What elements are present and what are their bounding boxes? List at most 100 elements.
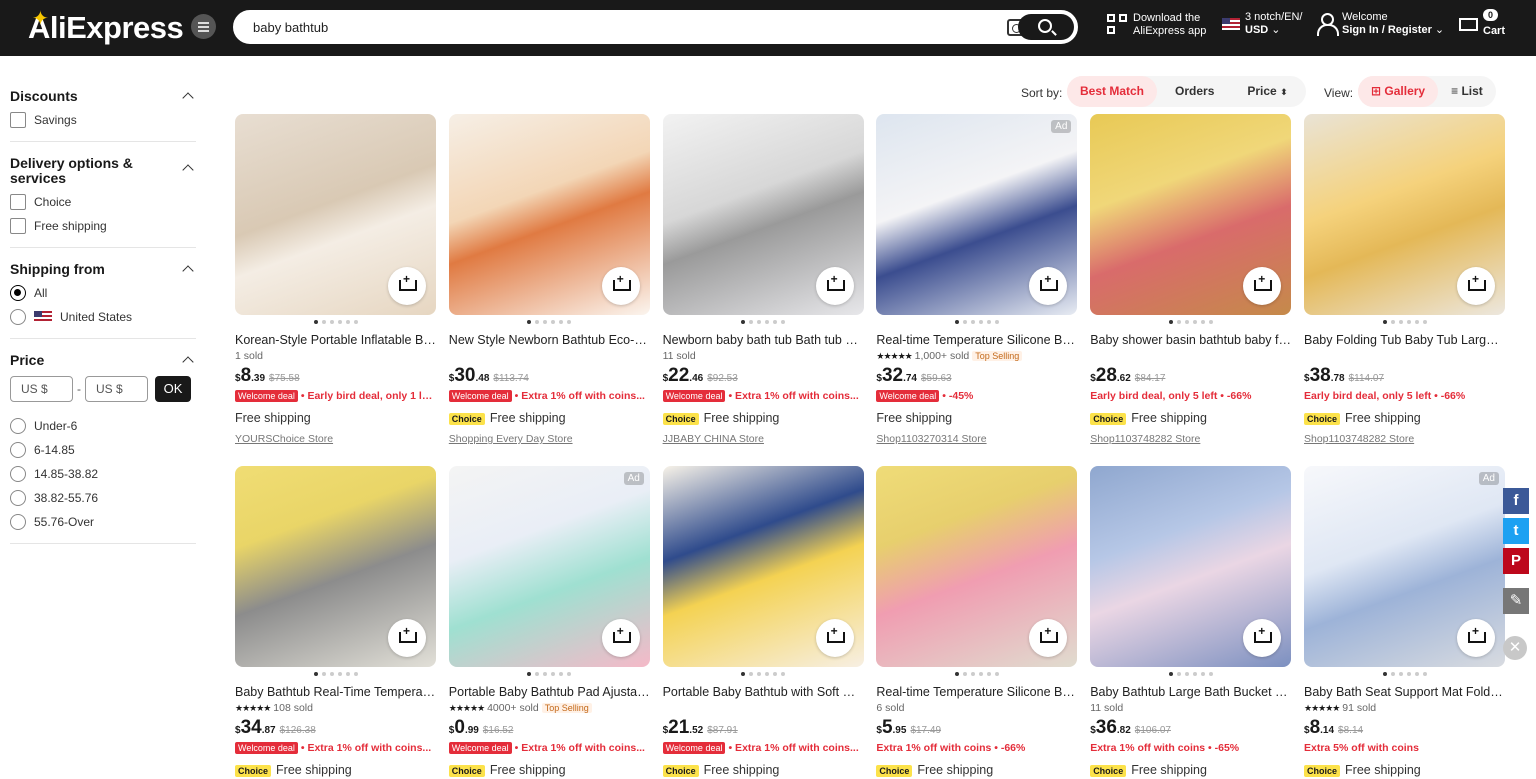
product-card[interactable]: Ad Portable Baby Bathtub Pad Ajustabl...… [448, 466, 650, 778]
product-image[interactable] [1304, 114, 1505, 315]
image-carousel-dots[interactable] [876, 320, 1077, 324]
product-title[interactable]: Baby Bathtub Large Bath Bucket Ba... [1090, 685, 1291, 700]
price-range-radio[interactable] [10, 514, 26, 530]
price-range-radio[interactable] [10, 490, 26, 506]
add-to-cart-icon[interactable] [815, 619, 854, 657]
product-title[interactable]: Baby Folding Tub Baby Tub Large Si... [1304, 333, 1505, 348]
store-link[interactable]: Shop1103748282 Store [1304, 433, 1505, 445]
product-card[interactable]: Baby Bathtub Large Bath Bucket Ba... 11 … [1090, 466, 1292, 778]
add-to-cart-icon[interactable] [1243, 619, 1282, 657]
add-to-cart-icon[interactable] [1243, 267, 1282, 305]
store-link[interactable]: Shopping Every Day Store [449, 433, 650, 445]
product-title[interactable]: Baby shower basin bathtub baby fo... [1090, 333, 1291, 348]
add-to-cart-icon[interactable] [1457, 267, 1495, 305]
store-link[interactable]: YOURSChoice Store [235, 433, 436, 445]
pinterest-icon[interactable]: P [1503, 548, 1529, 574]
cart-icon[interactable] [1456, 15, 1478, 33]
sign-in-link[interactable]: Welcome Sign In / Register ⌄ [1342, 11, 1444, 37]
view-gallery[interactable]: ⊞ Gallery [1358, 76, 1439, 107]
product-title[interactable]: Baby Bathtub Real-Time Temperatu... [235, 685, 436, 700]
image-carousel-dots[interactable] [235, 672, 436, 676]
free-shipping-checkbox[interactable] [10, 218, 26, 234]
product-card[interactable]: Baby Bathtub Real-Time Temperatu... ★★★★… [235, 466, 436, 778]
sort-best-match[interactable]: Best Match [1067, 76, 1158, 107]
product-image[interactable] [876, 466, 1078, 667]
facebook-icon[interactable]: f [1503, 488, 1529, 514]
free-shipping-option[interactable]: Free shipping [10, 218, 196, 234]
product-title[interactable]: Korean-Style Portable Inflatable Ba... [235, 333, 436, 348]
product-card[interactable]: Ad Baby Bath Seat Support Mat Foldab... … [1304, 466, 1505, 778]
product-image[interactable]: Ad [876, 114, 1078, 315]
product-image[interactable] [235, 114, 436, 315]
product-card[interactable]: Baby Folding Tub Baby Tub Large Si... $3… [1304, 114, 1505, 445]
savings-checkbox[interactable] [10, 112, 26, 128]
search-input[interactable] [253, 20, 953, 35]
store-link[interactable]: Shop1103748282 Store [1090, 433, 1291, 445]
sort-orders[interactable]: Orders [1157, 76, 1232, 107]
add-to-cart-icon[interactable] [1029, 619, 1068, 657]
twitter-icon[interactable]: t [1503, 518, 1529, 544]
product-title[interactable]: Baby Bath Seat Support Mat Foldab... [1304, 685, 1505, 700]
menu-button[interactable] [191, 14, 216, 39]
add-to-cart-icon[interactable] [1029, 267, 1068, 305]
price-range-option[interactable]: 55.76-Over [10, 514, 196, 530]
min-price-input[interactable]: US $ [10, 376, 73, 402]
add-to-cart-icon[interactable] [388, 619, 426, 657]
image-carousel-dots[interactable] [235, 320, 436, 324]
product-image[interactable] [1090, 466, 1292, 667]
image-carousel-dots[interactable] [663, 672, 864, 676]
image-carousel-dots[interactable] [449, 672, 650, 676]
search-button[interactable] [1018, 14, 1074, 40]
image-carousel-dots[interactable] [1304, 672, 1505, 676]
product-card[interactable]: Ad Real-time Temperature Silicone Ba... … [876, 114, 1078, 445]
price-range-option[interactable]: 38.82-55.76 [10, 490, 196, 506]
download-app-link[interactable]: Download the AliExpress app [1133, 12, 1206, 38]
product-image[interactable] [1090, 114, 1292, 315]
price-range-radio[interactable] [10, 442, 26, 458]
product-card[interactable]: Newborn baby bath tub Bath tub H... 11 s… [662, 114, 864, 445]
store-link[interactable]: Shop1103270314 Store [876, 433, 1077, 445]
product-title[interactable]: Portable Baby Bathtub with Soft Cu... [663, 685, 864, 700]
price-range-radio[interactable] [10, 466, 26, 482]
ship-us-option[interactable]: United States [10, 309, 196, 325]
image-carousel-dots[interactable] [1090, 672, 1291, 676]
image-carousel-dots[interactable] [1304, 320, 1505, 324]
product-card[interactable]: Real-time Temperature Silicone Ba... 6 s… [876, 466, 1078, 778]
product-card[interactable]: Portable Baby Bathtub with Soft Cu... $2… [662, 466, 864, 778]
cart-label[interactable]: Cart [1483, 25, 1505, 38]
image-carousel-dots[interactable] [449, 320, 650, 324]
price-range-option[interactable]: Under-6 [10, 418, 196, 434]
savings-option[interactable]: Savings [10, 112, 196, 128]
region-selector[interactable]: 3 notch/EN/ USD ⌄ [1245, 11, 1302, 37]
product-image[interactable] [662, 114, 864, 315]
product-image[interactable] [235, 466, 436, 667]
add-to-cart-icon[interactable] [601, 267, 640, 305]
choice-option[interactable]: Choice [10, 194, 196, 210]
product-title[interactable]: Portable Baby Bathtub Pad Ajustabl... [449, 685, 650, 700]
image-carousel-dots[interactable] [663, 320, 864, 324]
price-range-option[interactable]: 14.85-38.82 [10, 466, 196, 482]
price-ok-button[interactable]: OK [155, 376, 191, 402]
max-price-input[interactable]: US $ [85, 376, 148, 402]
aliexpress-logo[interactable]: ✦ AliExpress [28, 8, 184, 46]
product-title[interactable]: Real-time Temperature Silicone Ba... [876, 333, 1077, 348]
product-title[interactable]: Real-time Temperature Silicone Ba... [876, 685, 1077, 700]
product-title[interactable]: New Style Newborn Bathtub Eco-Fri... [449, 333, 650, 348]
product-card[interactable]: Baby shower basin bathtub baby fo... $28… [1090, 114, 1292, 445]
add-to-cart-icon[interactable] [601, 619, 640, 657]
choice-checkbox[interactable] [10, 194, 26, 210]
store-link[interactable]: JJBABY CHINA Store [663, 433, 864, 445]
add-to-cart-icon[interactable] [388, 267, 426, 305]
close-icon[interactable]: ✕ [1503, 636, 1527, 660]
account-icon[interactable] [1316, 13, 1339, 36]
us-radio[interactable] [10, 309, 26, 325]
product-image[interactable]: Ad [448, 466, 650, 667]
sort-price[interactable]: Price ⬍ [1232, 76, 1305, 107]
qr-code-icon[interactable] [1107, 14, 1127, 34]
product-image[interactable]: Ad [1304, 466, 1505, 667]
product-card[interactable]: New Style Newborn Bathtub Eco-Fri... $30… [448, 114, 650, 445]
product-image[interactable] [448, 114, 650, 315]
add-to-cart-icon[interactable] [1457, 619, 1495, 657]
price-range-radio[interactable] [10, 418, 26, 434]
view-list[interactable]: ≡ List [1438, 76, 1496, 107]
